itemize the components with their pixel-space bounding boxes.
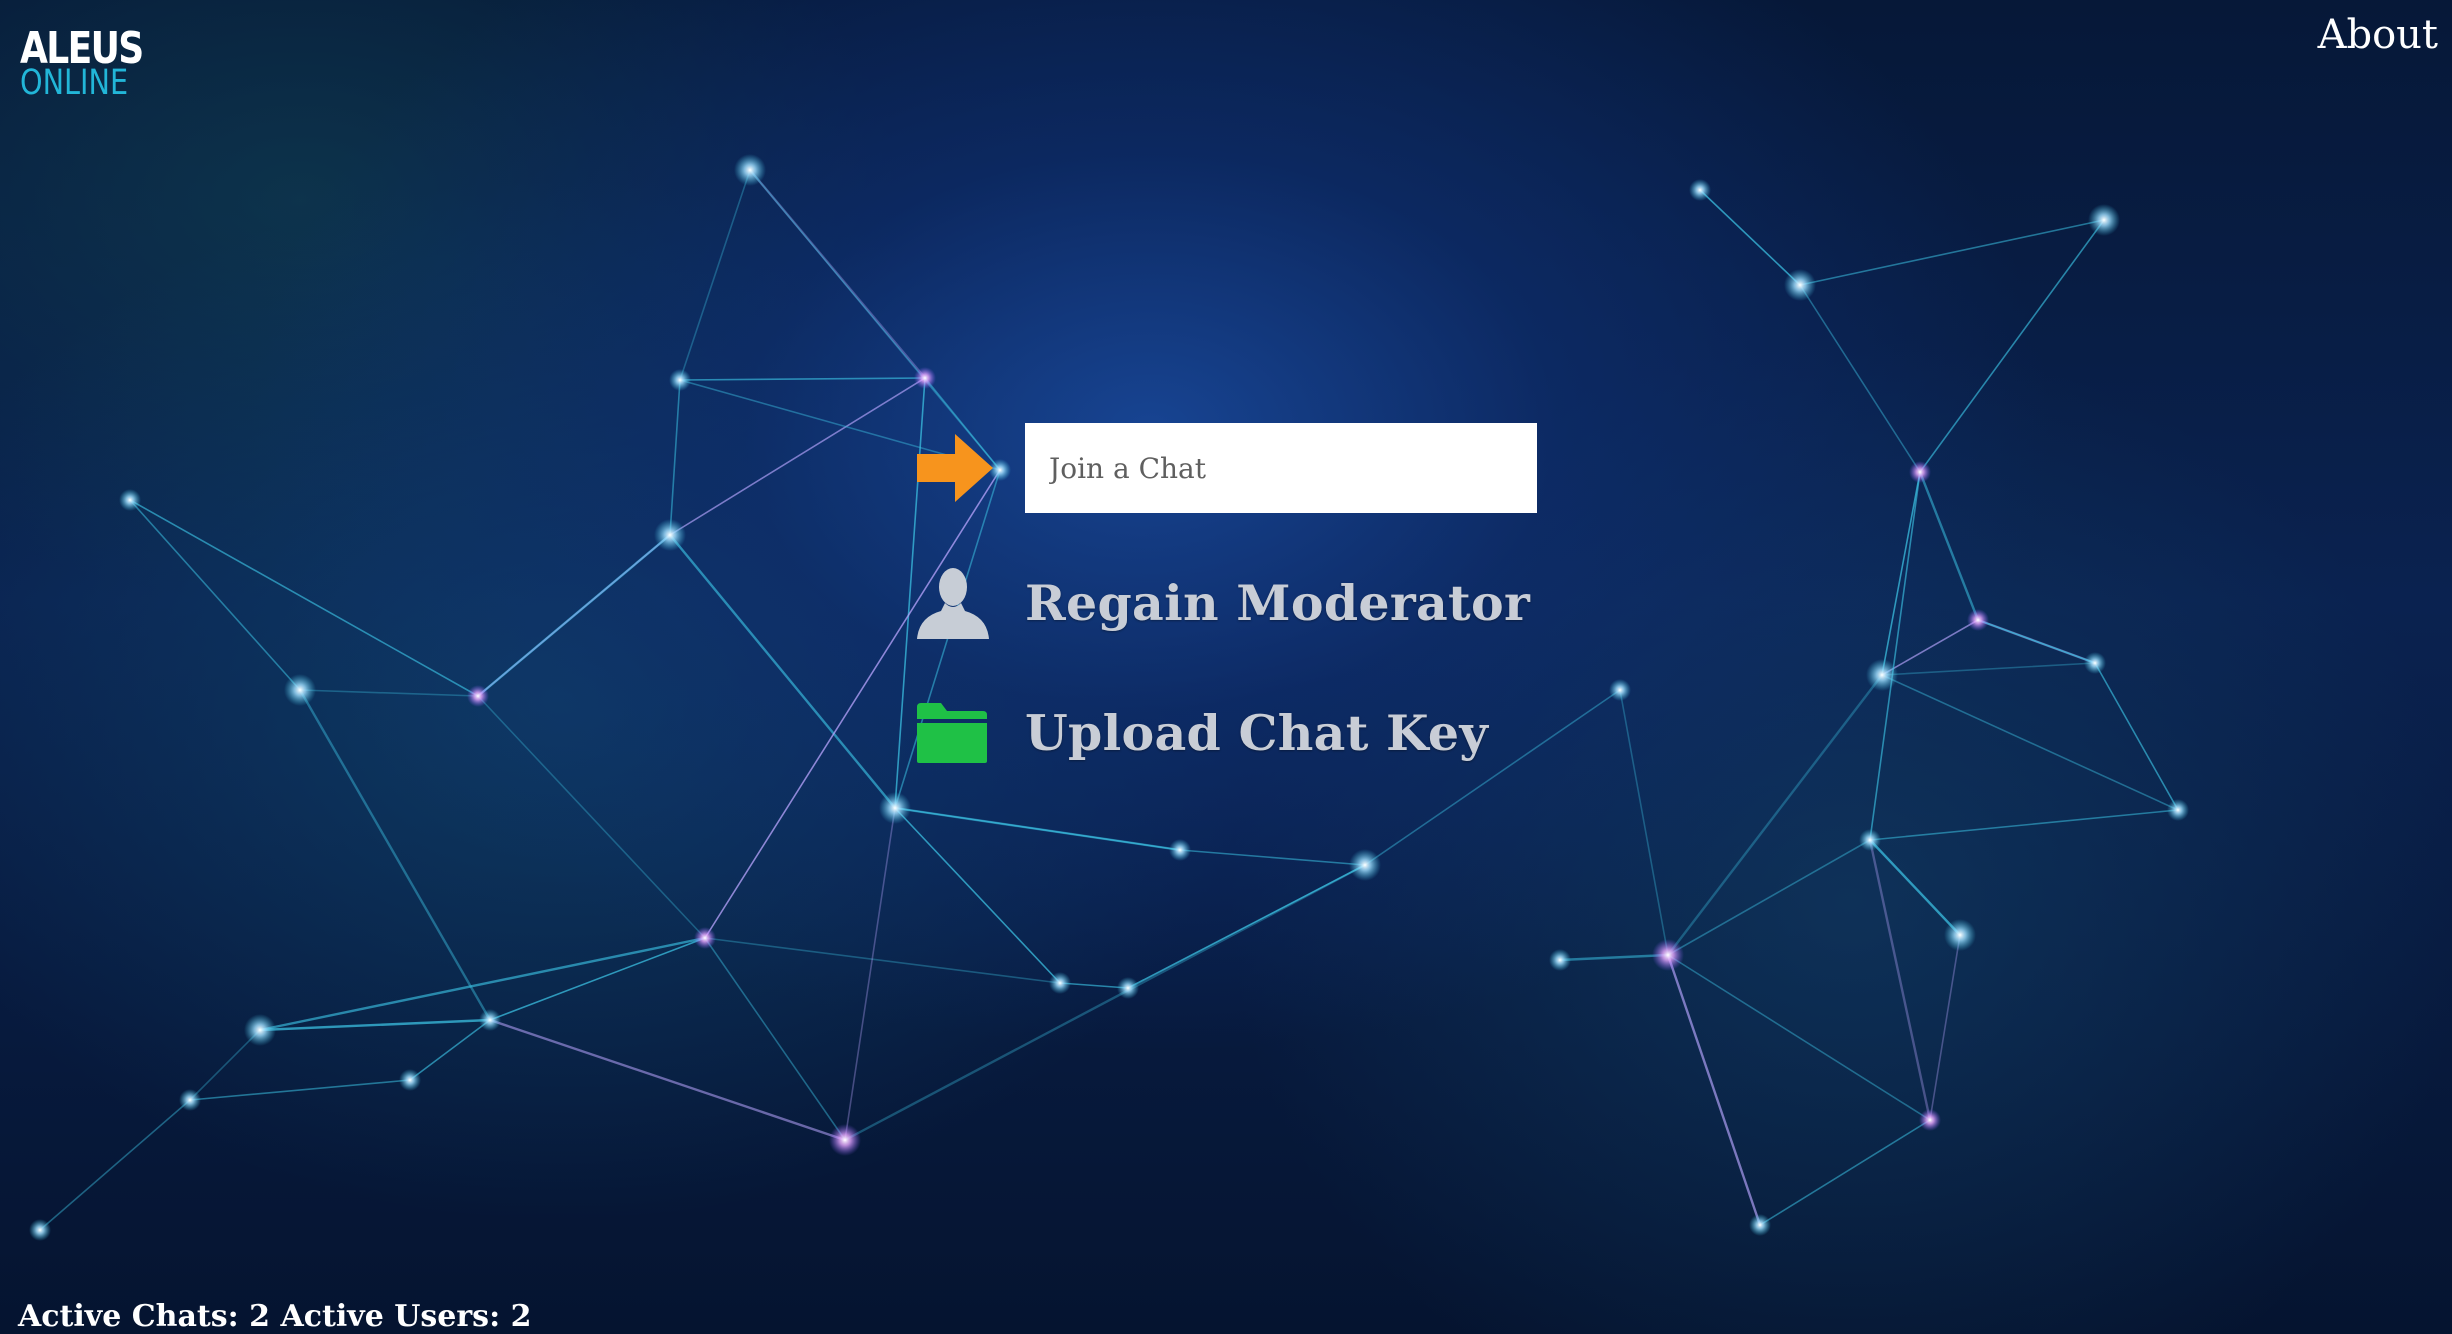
network-line bbox=[298, 688, 492, 1022]
user-icon bbox=[915, 558, 1025, 648]
about-link[interactable]: About bbox=[2318, 12, 2438, 58]
network-node bbox=[1169, 839, 1191, 861]
network-node bbox=[179, 1089, 201, 1111]
network-node bbox=[467, 685, 489, 707]
network-line bbox=[1558, 953, 1670, 962]
network-line bbox=[488, 1018, 847, 1142]
network-line bbox=[477, 534, 671, 697]
network-line bbox=[669, 379, 681, 536]
network-node bbox=[479, 1009, 501, 1031]
network-line bbox=[1619, 689, 1669, 956]
network-node bbox=[829, 1124, 861, 1156]
network-node bbox=[669, 369, 691, 391]
network-line bbox=[477, 695, 706, 939]
network-line bbox=[1881, 471, 1921, 676]
network-line bbox=[1868, 838, 1962, 937]
network-node bbox=[1652, 939, 1684, 971]
network-line bbox=[2094, 662, 2179, 811]
network-node bbox=[2167, 799, 2189, 821]
network-line bbox=[489, 937, 706, 1021]
network-node bbox=[1049, 972, 1071, 994]
network-node bbox=[284, 674, 316, 706]
network-line bbox=[409, 1019, 491, 1081]
upload-chat-key-button[interactable]: Upload Chat Key bbox=[915, 688, 1537, 778]
aleus-online-logo[interactable]: ALEUS ONLINE bbox=[20, 27, 170, 103]
network-line bbox=[1918, 470, 1980, 622]
network-node bbox=[119, 489, 141, 511]
arrow-right-icon[interactable] bbox=[915, 423, 1025, 513]
network-line bbox=[1868, 838, 1932, 1122]
network-node bbox=[1859, 829, 1881, 851]
network-node bbox=[1784, 269, 1816, 301]
network-line bbox=[679, 377, 926, 381]
network-node bbox=[1909, 461, 1931, 483]
network-line bbox=[1881, 674, 2179, 811]
network-node bbox=[1944, 919, 1976, 951]
network-node bbox=[1919, 1109, 1941, 1131]
network-node bbox=[399, 1069, 421, 1091]
network-line bbox=[1977, 619, 2096, 664]
main-menu: Regain Moderator Upload Chat Key bbox=[915, 420, 1537, 778]
network-line bbox=[189, 1079, 411, 1101]
network-line bbox=[1929, 934, 1961, 1121]
network-line bbox=[1799, 284, 1921, 473]
network-line bbox=[1759, 1119, 1931, 1226]
network-line bbox=[704, 937, 846, 1141]
network-line bbox=[129, 499, 301, 691]
network-line bbox=[1869, 471, 1921, 841]
network-node bbox=[1866, 659, 1898, 691]
logo-text-bottom: ONLINE bbox=[20, 62, 129, 103]
join-chat-input[interactable] bbox=[1025, 423, 1537, 513]
network-line bbox=[669, 377, 926, 536]
network-line bbox=[1667, 839, 1871, 956]
network-node bbox=[1117, 977, 1139, 999]
app-background: ALEUS ONLINE About Regain Moderator bbox=[0, 0, 2452, 1334]
network-line bbox=[704, 937, 1061, 984]
network-node bbox=[1349, 849, 1381, 881]
network-line bbox=[1869, 809, 2179, 841]
network-node bbox=[1689, 179, 1711, 201]
network-node bbox=[1749, 1214, 1771, 1236]
network-node bbox=[1549, 949, 1571, 971]
network-node bbox=[1609, 679, 1631, 701]
regain-moderator-label: Regain Moderator bbox=[1025, 574, 1531, 632]
network-node bbox=[244, 1014, 276, 1046]
network-line bbox=[843, 863, 1367, 1142]
network-line bbox=[1666, 673, 1884, 957]
network-line bbox=[1666, 953, 1762, 1227]
folder-icon bbox=[915, 688, 1025, 778]
network-node bbox=[29, 1219, 51, 1241]
regain-moderator-button[interactable]: Regain Moderator bbox=[915, 558, 1537, 648]
network-line bbox=[894, 807, 1181, 851]
network-line bbox=[1919, 219, 2105, 473]
network-node bbox=[654, 519, 686, 551]
network-node bbox=[2084, 652, 2106, 674]
network-line bbox=[258, 1018, 492, 1032]
network-node bbox=[734, 154, 766, 186]
network-line bbox=[1699, 189, 1801, 286]
network-line bbox=[894, 807, 1061, 984]
network-line bbox=[844, 807, 896, 1141]
network-node bbox=[2088, 204, 2120, 236]
network-line bbox=[679, 169, 751, 381]
network-line bbox=[1881, 662, 2096, 676]
network-line bbox=[39, 1099, 191, 1231]
network-line bbox=[1667, 954, 1931, 1121]
network-line bbox=[299, 689, 479, 697]
network-line bbox=[1179, 849, 1366, 866]
network-node bbox=[1967, 609, 1989, 631]
join-chat-row bbox=[915, 420, 1537, 516]
network-node bbox=[694, 927, 716, 949]
upload-chat-key-label: Upload Chat Key bbox=[1025, 704, 1489, 762]
network-line bbox=[1799, 219, 2105, 286]
active-stats-status: Active Chats: 2 Active Users: 2 bbox=[18, 1299, 532, 1334]
network-node bbox=[879, 792, 911, 824]
network-node bbox=[914, 367, 936, 389]
network-line bbox=[129, 499, 479, 697]
network-line bbox=[668, 533, 897, 810]
